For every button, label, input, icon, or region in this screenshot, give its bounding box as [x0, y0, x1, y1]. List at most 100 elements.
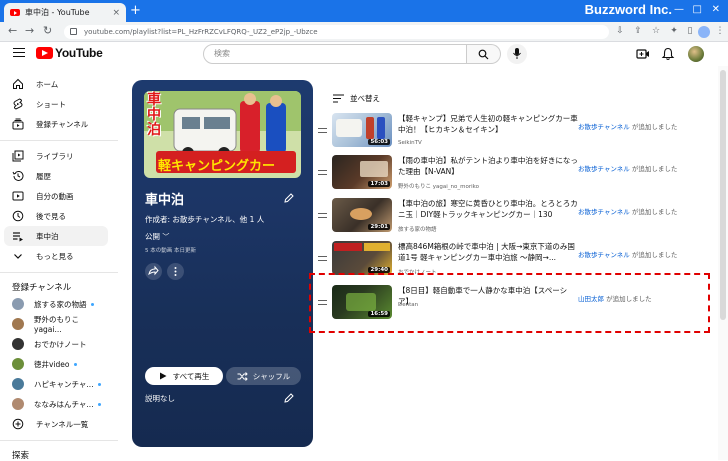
more-actions-button[interactable]	[167, 263, 184, 280]
video-thumbnail[interactable]: 29:01	[332, 198, 392, 232]
share-button[interactable]	[145, 263, 162, 280]
playlist-thumbnail[interactable]: 車中泊 軽キャンピングカー	[144, 91, 301, 178]
playlist-video-row[interactable]: 17:03 【雨の車中泊】私がテント泊より車中泊を好きになった理由【N-VAN】…	[318, 155, 708, 195]
added-by-text: お散歩チャンネル が追加しました	[578, 249, 677, 259]
sidebar-divider	[0, 272, 118, 273]
drag-handle-icon[interactable]	[318, 213, 327, 218]
subscription-channel[interactable]: 野外のもりこ yagai...	[4, 314, 108, 334]
create-video-icon[interactable]	[636, 47, 650, 61]
search-button[interactable]	[467, 44, 501, 64]
channel-avatar	[12, 378, 24, 390]
sidebar-item-playlist-shachuhaku[interactable]: 車中泊	[4, 226, 108, 246]
sidebar-item-watch-later[interactable]: 後で見る	[4, 206, 108, 226]
added-by-text: お散歩チャンネル が追加しました	[578, 206, 677, 216]
brand-watermark: Buzzword Inc.	[584, 2, 672, 17]
extensions-icon[interactable]: ✦	[668, 26, 680, 38]
playlist-header-card: 車中泊 軽キャンピングカー 車中泊 作成者: お散歩チャンネル、他 1 人 公開…	[132, 80, 313, 447]
sidebar-item-history[interactable]: 履歴	[4, 166, 108, 186]
browser-tab-strip: 車中泊 - YouTube × + Buzzword Inc. — □ ✕	[0, 0, 728, 22]
sidebar-item-your-videos[interactable]: 自分の動画	[4, 186, 108, 206]
search-input[interactable]: 検索	[203, 44, 467, 64]
address-bar-row: ← → ↻ youtube.com/playlist?list=PL_HzFrR…	[0, 22, 728, 42]
video-thumbnail[interactable]: 29:40	[332, 241, 392, 275]
duration-badge: 29:01	[368, 224, 390, 230]
drag-handle-icon[interactable]	[318, 256, 327, 261]
playlist-title: 車中泊	[145, 193, 185, 208]
subscription-channel[interactable]: 旅する家の物語	[4, 294, 108, 314]
video-thumbnail[interactable]: 56:03	[332, 113, 392, 147]
play-all-button[interactable]: すべて再生	[145, 367, 223, 385]
back-icon[interactable]: ←	[8, 24, 17, 37]
scrollbar-thumb[interactable]	[720, 70, 726, 320]
video-title[interactable]: 【車中泊の旅】寒空に黄昏ひとり車中泊。とろとろカニ玉｜DIY軽トラックキャンピン…	[398, 198, 578, 220]
tab-close-icon[interactable]: ×	[112, 8, 120, 18]
video-title[interactable]: 【雨の車中泊】私がテント泊より車中泊を好きになった理由【N-VAN】	[398, 155, 578, 177]
video-channel[interactable]: SeikinTV	[398, 140, 422, 146]
sidebar-item-shorts[interactable]: ショート	[4, 94, 108, 114]
duration-badge: 56:03	[368, 139, 390, 145]
channel-avatar	[12, 358, 24, 370]
minimize-icon[interactable]: —	[674, 4, 684, 15]
sort-button[interactable]: 並べ替え	[333, 93, 380, 104]
install-icon[interactable]: ⇩	[614, 26, 626, 38]
channel-avatar	[12, 318, 24, 330]
menu-kebab-icon[interactable]: ⋮	[714, 26, 726, 38]
share-arrow-icon	[148, 265, 159, 276]
account-avatar[interactable]	[688, 46, 704, 62]
browser-tab[interactable]: 車中泊 - YouTube ×	[4, 3, 126, 22]
playlist-video-row[interactable]: 29:01 【車中泊の旅】寒空に黄昏ひとり車中泊。とろとろカニ玉｜DIY軽トラッ…	[318, 198, 708, 238]
sidebar-item-channel-list[interactable]: チャンネル一覧	[4, 414, 108, 434]
added-by-user-link[interactable]: お散歩チャンネル	[578, 251, 630, 259]
video-channel[interactable]: 野外のもりこ yagai_no_moriko	[398, 182, 479, 190]
video-title[interactable]: 【軽キャンプ】兄弟で人生初の軽キャンピングカー車中泊！【ヒカキン＆セイキン】	[398, 113, 578, 135]
playlist-meta: 5 本の動画 本日更新	[145, 248, 196, 254]
video-title[interactable]: 標高846M箱根の峠で車中泊 | 大阪→東京下道のみ国道1号 軽キャンピングカー…	[398, 241, 578, 263]
subscription-channel[interactable]: 徳井video	[4, 354, 108, 374]
sidepanel-icon[interactable]: ▯	[684, 26, 696, 38]
lock-icon[interactable]	[70, 28, 77, 35]
drag-handle-icon[interactable]	[318, 128, 327, 133]
forward-icon[interactable]: →	[25, 24, 34, 37]
sidebar-item-subscriptions[interactable]: 登録チャンネル	[4, 114, 108, 134]
chevron-down-icon	[12, 250, 24, 262]
video-channel[interactable]: 旅する家の物語	[398, 225, 437, 233]
sidebar-item-label: 自分の動画	[36, 191, 74, 201]
duration-badge: 17:03	[368, 181, 390, 187]
subscription-channel[interactable]: ななみはんチャ...	[4, 394, 108, 414]
reload-icon[interactable]: ↻	[43, 24, 52, 37]
edit-description-pencil-icon[interactable]	[283, 392, 295, 404]
sidebar-divider	[0, 440, 118, 441]
playlist-video-row[interactable]: 56:03 【軽キャンプ】兄弟で人生初の軽キャンピングカー車中泊！【ヒカキン＆セ…	[318, 113, 708, 153]
sidebar-item-show-more[interactable]: もっと見る	[4, 246, 108, 266]
subscription-channel[interactable]: ハピキャンチャ...	[4, 374, 108, 394]
profile-icon[interactable]	[698, 26, 710, 38]
maximize-icon[interactable]: □	[693, 4, 702, 15]
microphone-icon	[513, 48, 521, 59]
youtube-favicon-icon	[10, 9, 20, 16]
window-close-icon[interactable]: ✕	[712, 4, 720, 15]
edit-title-pencil-icon[interactable]	[283, 192, 295, 204]
share-icon[interactable]: ⇪	[632, 26, 644, 38]
drag-handle-icon[interactable]	[318, 170, 327, 175]
added-by-user-link[interactable]: お散歩チャンネル	[578, 165, 630, 173]
added-by-user-link[interactable]: お散歩チャンネル	[578, 208, 630, 216]
shuffle-button[interactable]: シャッフル	[226, 367, 301, 385]
new-content-dot	[97, 382, 101, 386]
sidebar-item-home[interactable]: ホーム	[4, 74, 108, 94]
new-tab-button[interactable]: +	[130, 3, 141, 18]
visibility-dropdown[interactable]: 公開 ﹀	[145, 231, 169, 242]
video-thumbnail[interactable]: 17:03	[332, 155, 392, 189]
added-by-user-link[interactable]: お散歩チャンネル	[578, 123, 630, 131]
url-input[interactable]: youtube.com/playlist?list=PL_HzFrRZCvLFQ…	[64, 25, 609, 39]
notifications-bell-icon[interactable]	[661, 47, 675, 61]
subscription-channel[interactable]: おでかけノート	[4, 334, 108, 354]
channel-avatar	[12, 298, 24, 310]
voice-search-button[interactable]	[507, 44, 527, 64]
bookmark-star-icon[interactable]: ☆	[650, 26, 662, 38]
sidebar-item-library[interactable]: ライブラリ	[4, 146, 108, 166]
youtube-logo[interactable]: YouTube	[36, 46, 103, 60]
tab-title: 車中泊 - YouTube	[25, 8, 90, 17]
youtube-play-logo-icon	[36, 47, 53, 59]
guide-menu-icon[interactable]	[13, 48, 25, 57]
subscriptions-icon	[12, 118, 24, 130]
